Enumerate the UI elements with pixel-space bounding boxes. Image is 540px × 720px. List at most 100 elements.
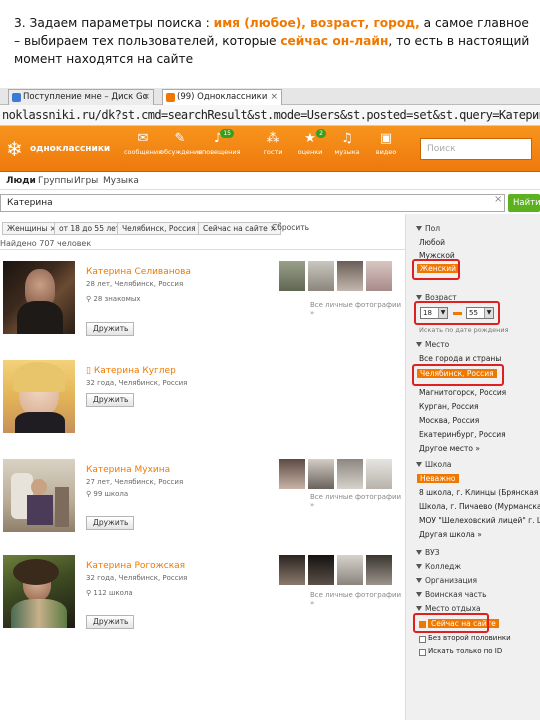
person-name[interactable]: ▯ Катерина Куглер	[86, 366, 176, 376]
stat-text: 28 знакомых	[93, 295, 141, 303]
military-section-title[interactable]: Воинская часть	[416, 590, 487, 599]
add-friend-button[interactable]: Дружить	[86, 322, 134, 336]
school-option[interactable]: 8 школа, г. Клинцы (Брянская облас...	[419, 488, 540, 497]
person-name[interactable]: Катерина Мухина	[86, 465, 170, 475]
triangle-down-icon	[416, 564, 422, 569]
city-option[interactable]: Екатеринбург, Россия	[419, 430, 506, 439]
reset-filters-link[interactable]: Сбросить	[268, 222, 313, 235]
all-photos-link[interactable]: Все личные фотографии »	[310, 493, 405, 509]
single-label: Без второй половинки	[428, 634, 511, 642]
college-section-title[interactable]: Колледж	[416, 562, 461, 571]
browser-tab[interactable]: Поступление мне – Диск Go ×	[8, 89, 154, 105]
other-school-link[interactable]: Другая школа »	[419, 530, 482, 539]
city-option[interactable]: Курган, Россия	[419, 402, 478, 411]
person-name[interactable]: Катерина Селиванова	[86, 267, 191, 277]
rest-place-section-title[interactable]: Место отдыха	[416, 604, 481, 613]
person-meta: 32 года, Челябинск, Россия	[86, 574, 188, 582]
close-icon[interactable]: ×	[142, 90, 150, 105]
avatar[interactable]	[3, 459, 75, 532]
photo-thumbnail[interactable]	[337, 261, 363, 291]
add-friend-button[interactable]: Дружить	[86, 516, 134, 530]
id-only-checkbox[interactable]	[419, 649, 426, 656]
section-label: Школа	[425, 460, 452, 469]
gender-option-any[interactable]: Любой	[419, 238, 445, 247]
person-card: Катерина Рогожская 32 года, Челябинск, Р…	[0, 555, 405, 645]
nav-guests[interactable]: ⁂ гости	[253, 132, 293, 157]
org-section-title[interactable]: Организация	[416, 576, 477, 585]
photo-strip	[279, 261, 392, 291]
school-option[interactable]: МОУ "Шелеховский лицей" г. Шел...	[419, 516, 540, 525]
person-card: Катерина Мухина 27 лет, Челябинск, Росси…	[0, 459, 405, 549]
nav-notifications[interactable]: 15 ♪ оповещения	[198, 129, 241, 156]
close-icon[interactable]: ×	[270, 90, 278, 105]
filter-chip-gender[interactable]: Женщины ×	[2, 222, 62, 235]
photo-strip	[279, 555, 392, 585]
city-option[interactable]: Все города и страны	[419, 354, 501, 363]
photo-thumbnail[interactable]	[366, 459, 392, 489]
avatar[interactable]	[3, 555, 75, 628]
nav-discussions[interactable]: ✎ обсуждения	[160, 132, 202, 157]
site-search-input[interactable]: Поиск	[420, 138, 532, 160]
photo-thumbnail[interactable]	[308, 555, 334, 585]
tab-people[interactable]: Люди	[6, 172, 36, 190]
city-option[interactable]: Магнитогорск, Россия	[419, 388, 506, 397]
school-section-title[interactable]: Школа	[416, 460, 452, 469]
nav-music[interactable]: ♫ музыка	[327, 132, 367, 157]
city-section-title[interactable]: Место	[416, 340, 449, 349]
snowflake-icon[interactable]: ❄	[6, 139, 26, 159]
triangle-down-icon	[416, 342, 422, 347]
triangle-down-icon	[416, 592, 422, 597]
highlight-box	[413, 613, 489, 633]
avatar[interactable]	[3, 261, 75, 334]
nav-ratings[interactable]: 2 ★ оценки	[290, 129, 330, 156]
nav-video[interactable]: ▣ видео	[366, 131, 406, 157]
gender-section-title[interactable]: Пол	[416, 224, 440, 233]
photo-thumbnail[interactable]	[366, 555, 392, 585]
address-bar[interactable]: noklassniki.ru/dk?st.cmd=searchResult&st…	[0, 105, 540, 126]
people-search-input[interactable]: Катерина	[0, 194, 505, 212]
browser-tab-active[interactable]: (99) Одноклассники ×	[162, 89, 282, 105]
person-name[interactable]: Катерина Рогожская	[86, 561, 185, 571]
notification-badge: 15	[220, 129, 234, 138]
other-place-link[interactable]: Другое место »	[419, 444, 480, 453]
highlight-box	[412, 259, 460, 280]
photo-thumbnail[interactable]	[279, 261, 305, 291]
nav-messages[interactable]: ✉ сообщения	[123, 132, 163, 157]
filter-chip-city[interactable]: Челябинск, Россия ×	[117, 222, 210, 235]
avatar[interactable]	[3, 360, 75, 433]
search-row: Катерина × Найти	[0, 192, 540, 214]
all-photos-link[interactable]: Все личные фотографии »	[310, 591, 405, 607]
photo-thumbnail[interactable]	[308, 459, 334, 489]
photo-thumbnail[interactable]	[366, 261, 392, 291]
tab-games[interactable]: Игры	[74, 172, 98, 190]
all-photos-link[interactable]: Все личные фотографии »	[310, 301, 405, 317]
highlight-box	[414, 301, 500, 325]
triangle-down-icon	[416, 578, 422, 583]
photo-thumbnail[interactable]	[279, 459, 305, 489]
age-by-birthdate-link[interactable]: Искать по дате рождения	[419, 326, 509, 334]
school-option-any[interactable]: Неважно	[417, 474, 459, 483]
find-button[interactable]: Найти	[508, 194, 540, 212]
tab-groups[interactable]: Группы	[38, 172, 73, 190]
section-label: Колледж	[425, 562, 462, 571]
active-filters: Женщины × от 18 до 55 лет × Челябинск, Р…	[0, 222, 405, 236]
brand-name[interactable]: одноклассники	[30, 144, 110, 154]
photo-thumbnail[interactable]	[308, 261, 334, 291]
caption-highlight: сейчас он-лайн	[280, 34, 389, 48]
city-option[interactable]: Москва, Россия	[419, 416, 479, 425]
photo-thumbnail[interactable]	[337, 459, 363, 489]
person-meta: 32 года, Челябинск, Россия	[86, 379, 188, 387]
video-icon: ▣	[379, 131, 393, 146]
add-friend-button[interactable]: Дружить	[86, 393, 134, 407]
add-friend-button[interactable]: Дружить	[86, 615, 134, 629]
section-label: Место	[425, 340, 450, 349]
single-checkbox[interactable]	[419, 636, 426, 643]
person-stat: ⚲ 112 школа	[86, 589, 133, 597]
clear-icon[interactable]: ×	[494, 194, 502, 205]
vuz-section-title[interactable]: ВУЗ	[416, 548, 440, 557]
photo-thumbnail[interactable]	[279, 555, 305, 585]
person-meta: 27 лет, Челябинск, Россия	[86, 478, 184, 486]
photo-thumbnail[interactable]	[337, 555, 363, 585]
school-option[interactable]: Школа, г. Пичаево (Мурманская обл...	[419, 502, 540, 511]
tab-music[interactable]: Музыка	[103, 172, 139, 190]
